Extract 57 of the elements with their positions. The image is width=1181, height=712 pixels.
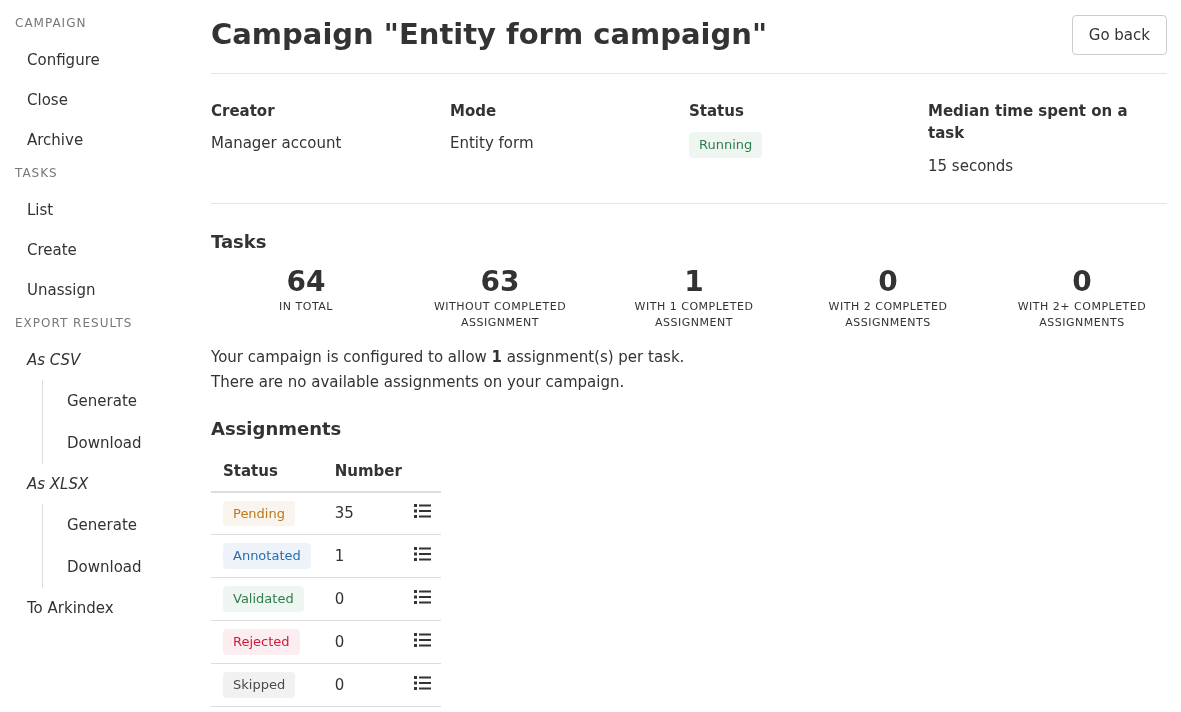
stat-label: IN TOTAL bbox=[278, 299, 334, 315]
sidebar-heading: EXPORT RESULTS bbox=[15, 315, 134, 332]
sidebar-group-label: As XLSX bbox=[27, 475, 89, 493]
stat-value: 0 bbox=[1072, 265, 1092, 299]
stat-value: 1 bbox=[684, 265, 704, 299]
section-heading: Tasks bbox=[211, 230, 268, 254]
column-header: Number bbox=[334, 462, 402, 480]
info-text: There are no available assignments on your campaign. bbox=[211, 372, 626, 393]
detail-value: Manager account bbox=[211, 133, 343, 154]
detail-label: Median time spent on a task bbox=[928, 100, 1129, 144]
go-back-button[interactable]: Go back bbox=[1071, 14, 1167, 55]
stat-label: WITH 1 COMPLETED ASSIGNMENT bbox=[633, 299, 755, 331]
list-icon[interactable] bbox=[413, 675, 431, 690]
table-cell: 1 bbox=[334, 546, 345, 565]
detail-label: Mode bbox=[450, 100, 498, 122]
page-title: Campaign "Entity form campaign" bbox=[211, 16, 767, 53]
sidebar-heading: TASKS bbox=[15, 165, 59, 182]
stat-value: 64 bbox=[286, 265, 326, 299]
section-heading: Assignments bbox=[211, 417, 343, 441]
list-icon[interactable] bbox=[413, 546, 431, 561]
stat-value: 0 bbox=[878, 265, 898, 299]
stat-value: 63 bbox=[480, 265, 520, 299]
status-tag: Pending bbox=[223, 500, 295, 526]
table-cell: 35 bbox=[334, 504, 354, 522]
sidebar-link[interactable]: Download bbox=[67, 434, 142, 452]
sidebar-link[interactable]: Close bbox=[27, 91, 68, 109]
sidebar-link[interactable]: Download bbox=[67, 558, 142, 576]
table-cell: 0 bbox=[334, 589, 345, 608]
detail-value: Entity form bbox=[450, 133, 535, 154]
stat-label: WITH 2+ COMPLETED ASSIGNMENTS bbox=[1016, 299, 1148, 331]
table-cell: 0 bbox=[334, 675, 345, 694]
column-header: Status bbox=[223, 462, 278, 480]
sidebar-link[interactable]: Generate bbox=[67, 392, 138, 410]
sidebar-link[interactable]: Archive bbox=[27, 131, 84, 149]
detail-label: Creator bbox=[211, 100, 276, 122]
sidebar-heading: CAMPAIGN bbox=[15, 15, 88, 32]
sidebar-group-label: As CSV bbox=[27, 351, 81, 369]
status-tag: Skipped bbox=[223, 672, 296, 698]
sidebar-link[interactable]: List bbox=[27, 201, 54, 219]
sidebar-link[interactable]: To Arkindex bbox=[27, 599, 114, 617]
info-text: Your campaign is configured to allow 1 assignment(s) per task. bbox=[211, 347, 686, 368]
sidebar-link[interactable]: Unassign bbox=[27, 281, 96, 299]
status-tag: Annotated bbox=[223, 543, 311, 569]
stat-label: WITH 2 COMPLETED ASSIGNMENTS bbox=[827, 299, 949, 331]
list-icon[interactable] bbox=[413, 632, 431, 647]
stat-label: WITHOUT COMPLETED ASSIGNMENT bbox=[432, 299, 568, 331]
status-tag: Rejected bbox=[223, 629, 300, 655]
sidebar-link[interactable]: Generate bbox=[67, 516, 138, 534]
detail-value: 15 seconds bbox=[928, 155, 1015, 177]
list-icon[interactable] bbox=[413, 504, 431, 518]
status-tag: Validated bbox=[223, 586, 304, 612]
detail-label: Status bbox=[689, 100, 745, 122]
sidebar-link[interactable]: Configure bbox=[27, 51, 100, 69]
list-icon[interactable] bbox=[413, 589, 431, 604]
table-cell: 0 bbox=[334, 632, 345, 651]
status-tag: Running bbox=[689, 132, 763, 158]
sidebar-link[interactable]: Create bbox=[27, 241, 77, 259]
